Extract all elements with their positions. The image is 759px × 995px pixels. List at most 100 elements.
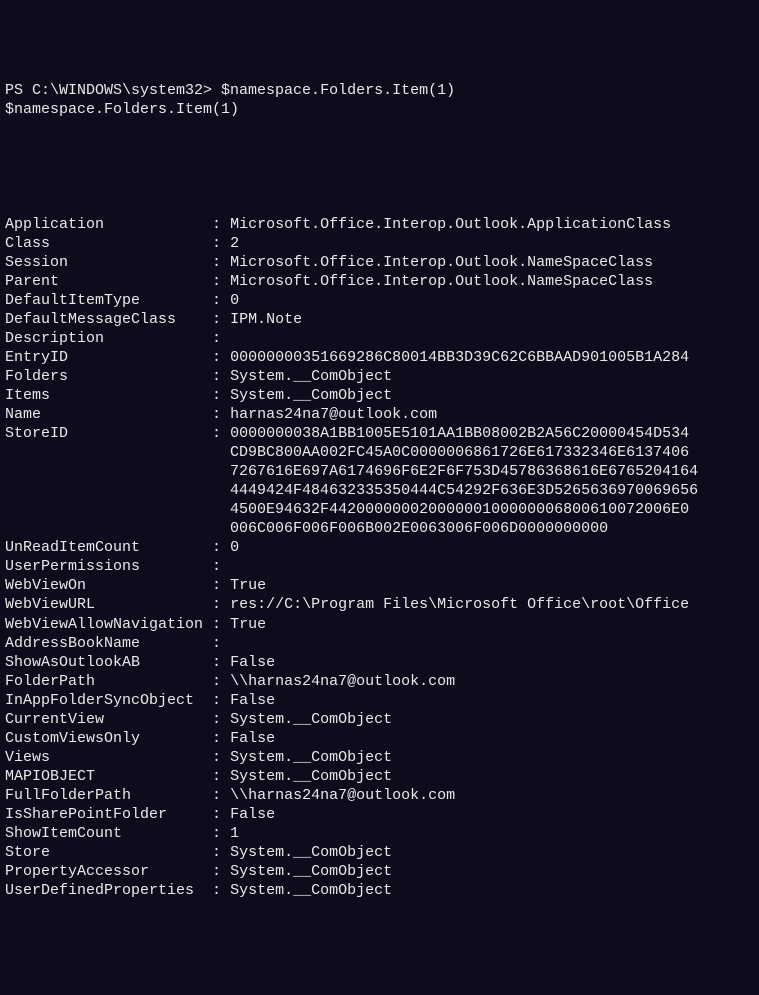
property-separator: : — [212, 538, 230, 557]
property-row: UserDefinedProperties : System.__ComObje… — [5, 881, 754, 900]
property-row: IsSharePointFolder : False — [5, 805, 754, 824]
property-separator: : — [212, 862, 230, 881]
property-row: WebViewAllowNavigation : True — [5, 615, 754, 634]
property-name: Application — [5, 215, 212, 234]
terminal-output[interactable]: PS C:\WINDOWS\system32> $namespace.Folde… — [5, 81, 754, 900]
property-value: res://C:\Program Files\Microsoft Office\… — [230, 595, 689, 614]
property-name: ShowAsOutlookAB — [5, 653, 212, 672]
property-name: DefaultItemType — [5, 291, 212, 310]
property-row: WebViewURL : res://C:\Program Files\Micr… — [5, 595, 754, 614]
property-separator: : — [212, 576, 230, 595]
property-value: 0 — [230, 291, 239, 310]
property-value: False — [230, 691, 275, 710]
property-separator: : — [212, 634, 230, 653]
property-name: Folders — [5, 367, 212, 386]
property-name: DefaultMessageClass — [5, 310, 212, 329]
property-value: \\harnas24na7@outlook.com — [230, 786, 455, 805]
property-row: UserPermissions : — [5, 557, 754, 576]
property-value: harnas24na7@outlook.com — [230, 405, 437, 424]
property-name: AddressBookName — [5, 634, 212, 653]
property-name: Store — [5, 843, 212, 862]
property-name: Description — [5, 329, 212, 348]
ps-prompt: PS C:\WINDOWS\system32> — [5, 82, 221, 99]
property-value-continuation: 4500E94632F44200000002000000100000006800… — [5, 500, 754, 519]
command-input: $namespace.Folders.Item(1) — [221, 82, 455, 99]
property-value: False — [230, 805, 275, 824]
property-name: FullFolderPath — [5, 786, 212, 805]
property-row: WebViewOn : True — [5, 576, 754, 595]
property-separator: : — [212, 805, 230, 824]
property-separator: : — [212, 272, 230, 291]
property-separator: : — [212, 367, 230, 386]
property-row: FolderPath : \\harnas24na7@outlook.com — [5, 672, 754, 691]
property-row: Application : Microsoft.Office.Interop.O… — [5, 215, 754, 234]
property-value: System.__ComObject — [230, 843, 392, 862]
property-row: Parent : Microsoft.Office.Interop.Outloo… — [5, 272, 754, 291]
property-value: System.__ComObject — [230, 748, 392, 767]
property-row: MAPIOBJECT : System.__ComObject — [5, 767, 754, 786]
property-row: Class : 2 — [5, 234, 754, 253]
property-row: Folders : System.__ComObject — [5, 367, 754, 386]
property-row: CustomViewsOnly : False — [5, 729, 754, 748]
property-name: Session — [5, 253, 212, 272]
property-separator: : — [212, 557, 230, 576]
property-value: 1 — [230, 824, 239, 843]
property-name: ShowItemCount — [5, 824, 212, 843]
property-separator: : — [212, 653, 230, 672]
property-value-continuation: CD9BC800AA002FC45A0C0000006861726E617332… — [5, 443, 754, 462]
property-separator: : — [212, 767, 230, 786]
property-separator: : — [212, 729, 230, 748]
property-row: UnReadItemCount : 0 — [5, 538, 754, 557]
property-row: FullFolderPath : \\harnas24na7@outlook.c… — [5, 786, 754, 805]
property-row: InAppFolderSyncObject : False — [5, 691, 754, 710]
property-row: Views : System.__ComObject — [5, 748, 754, 767]
property-name: Parent — [5, 272, 212, 291]
property-separator: : — [212, 386, 230, 405]
property-separator: : — [212, 253, 230, 272]
property-name: FolderPath — [5, 672, 212, 691]
blank-line — [5, 176, 754, 195]
property-separator: : — [212, 710, 230, 729]
property-name: MAPIOBJECT — [5, 767, 212, 786]
property-value: Microsoft.Office.Interop.Outlook.NameSpa… — [230, 272, 653, 291]
property-row: PropertyAccessor : System.__ComObject — [5, 862, 754, 881]
property-value: False — [230, 729, 275, 748]
property-value-continuation: 4449424F484632335350444C54292F636E3D5265… — [5, 481, 754, 500]
property-name: Items — [5, 386, 212, 405]
property-value: System.__ComObject — [230, 710, 392, 729]
property-name: Class — [5, 234, 212, 253]
property-value: System.__ComObject — [230, 767, 392, 786]
property-separator: : — [212, 329, 230, 348]
property-separator: : — [212, 310, 230, 329]
property-row: DefaultMessageClass : IPM.Note — [5, 310, 754, 329]
property-row: Items : System.__ComObject — [5, 386, 754, 405]
property-row: Name : harnas24na7@outlook.com — [5, 405, 754, 424]
property-value: 0 — [230, 538, 239, 557]
command-echo: $namespace.Folders.Item(1) — [5, 100, 754, 119]
property-row: StoreID : 0000000038A1BB1005E5101AA1BB08… — [5, 424, 754, 443]
property-separator: : — [212, 691, 230, 710]
property-row: CurrentView : System.__ComObject — [5, 710, 754, 729]
property-name: StoreID — [5, 424, 212, 443]
property-row: Description : — [5, 329, 754, 348]
property-name: Name — [5, 405, 212, 424]
property-separator: : — [212, 291, 230, 310]
property-value: IPM.Note — [230, 310, 302, 329]
properties-list: Application : Microsoft.Office.Interop.O… — [5, 215, 754, 901]
property-name: WebViewAllowNavigation — [5, 615, 212, 634]
property-separator: : — [212, 405, 230, 424]
property-value: System.__ComObject — [230, 367, 392, 386]
property-row: ShowAsOutlookAB : False — [5, 653, 754, 672]
property-value: System.__ComObject — [230, 386, 392, 405]
property-name: PropertyAccessor — [5, 862, 212, 881]
property-value: True — [230, 576, 266, 595]
property-separator: : — [212, 748, 230, 767]
property-name: CustomViewsOnly — [5, 729, 212, 748]
property-separator: : — [212, 843, 230, 862]
property-separator: : — [212, 424, 230, 443]
property-separator: : — [212, 234, 230, 253]
property-row: Store : System.__ComObject — [5, 843, 754, 862]
property-value: 2 — [230, 234, 239, 253]
property-value: False — [230, 653, 275, 672]
property-row: EntryID : 00000000351669286C80014BB3D39C… — [5, 348, 754, 367]
